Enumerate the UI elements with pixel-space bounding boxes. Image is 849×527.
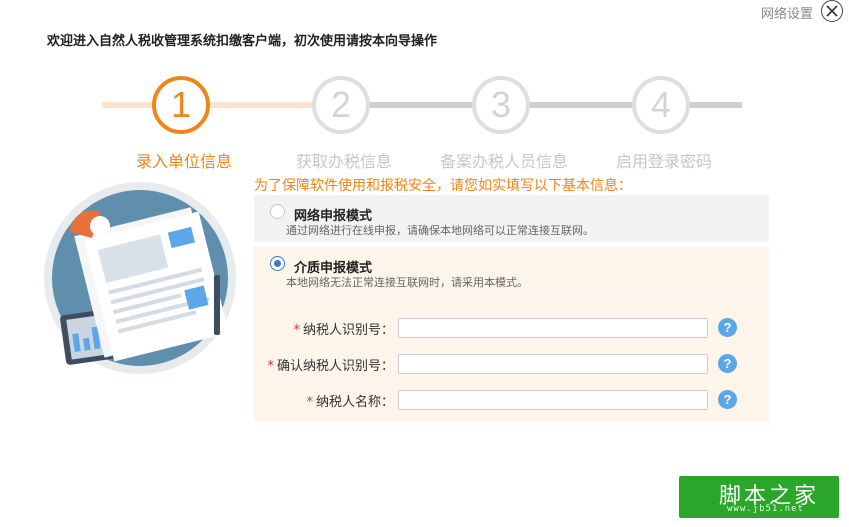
- network-mode-radio[interactable]: [270, 204, 285, 219]
- step-4-label: 启用登录密码: [615, 152, 712, 171]
- close-button[interactable]: [821, 0, 843, 22]
- network-mode-desc: 通过网络进行在线申报，请确保本地网络可以正常连接互联网。: [286, 224, 594, 237]
- step-2-label: 获取办税信息: [295, 152, 392, 171]
- required-mark: *: [293, 323, 300, 338]
- notice-text: 为了保障软件使用和报税安全，请您如实填写以下基本信息：: [254, 178, 632, 194]
- required-mark: *: [306, 395, 313, 410]
- step-1-label: 录入单位信息: [135, 152, 232, 171]
- required-mark: *: [267, 359, 274, 374]
- watermark-url-text: www.jb51.net: [727, 504, 805, 514]
- step-3-label: 备案办税人员信息: [439, 152, 568, 171]
- step-4-circle: 4: [632, 76, 690, 134]
- taxpayer-name-help-icon[interactable]: ?: [718, 390, 737, 409]
- step-2-circle: 2: [312, 76, 370, 134]
- site-watermark: 脚本之家 www.jb51.net: [679, 476, 839, 518]
- taxpayer-name-input[interactable]: [398, 390, 708, 410]
- taxpayer-name-label: * 纳税人名称：: [306, 395, 394, 410]
- media-divider: [254, 297, 769, 298]
- step-1-circle: 1: [152, 76, 210, 134]
- taxpayer-id-label: * 纳税人识别号：: [293, 323, 394, 338]
- step-progress-line-active: [102, 102, 334, 108]
- taxpayer-id-help-icon[interactable]: ?: [718, 318, 737, 337]
- media-mode-desc: 本地网络无法正常连接互联网时，请采用本模式。: [286, 276, 528, 289]
- network-settings-link[interactable]: 网络设置: [761, 3, 813, 22]
- confirm-taxpayer-id-label: * 确认纳税人识别号：: [267, 359, 394, 374]
- step-3-circle: 3: [472, 76, 530, 134]
- welcome-text: 欢迎进入自然人税收管理系统扣缴客户端，初次使用请按本向导操作: [47, 34, 438, 49]
- confirm-taxpayer-id-input[interactable]: [398, 354, 708, 374]
- confirm-taxpayer-id-help-icon[interactable]: ?: [718, 354, 737, 373]
- document-illustration: [42, 180, 238, 376]
- taxpayer-id-input[interactable]: [398, 318, 708, 338]
- media-mode-radio[interactable]: [270, 256, 285, 271]
- network-mode-option[interactable]: 网络申报模式 通过网络进行在线申报，请确保本地网络可以正常连接互联网。: [254, 195, 769, 242]
- close-icon: [826, 5, 838, 17]
